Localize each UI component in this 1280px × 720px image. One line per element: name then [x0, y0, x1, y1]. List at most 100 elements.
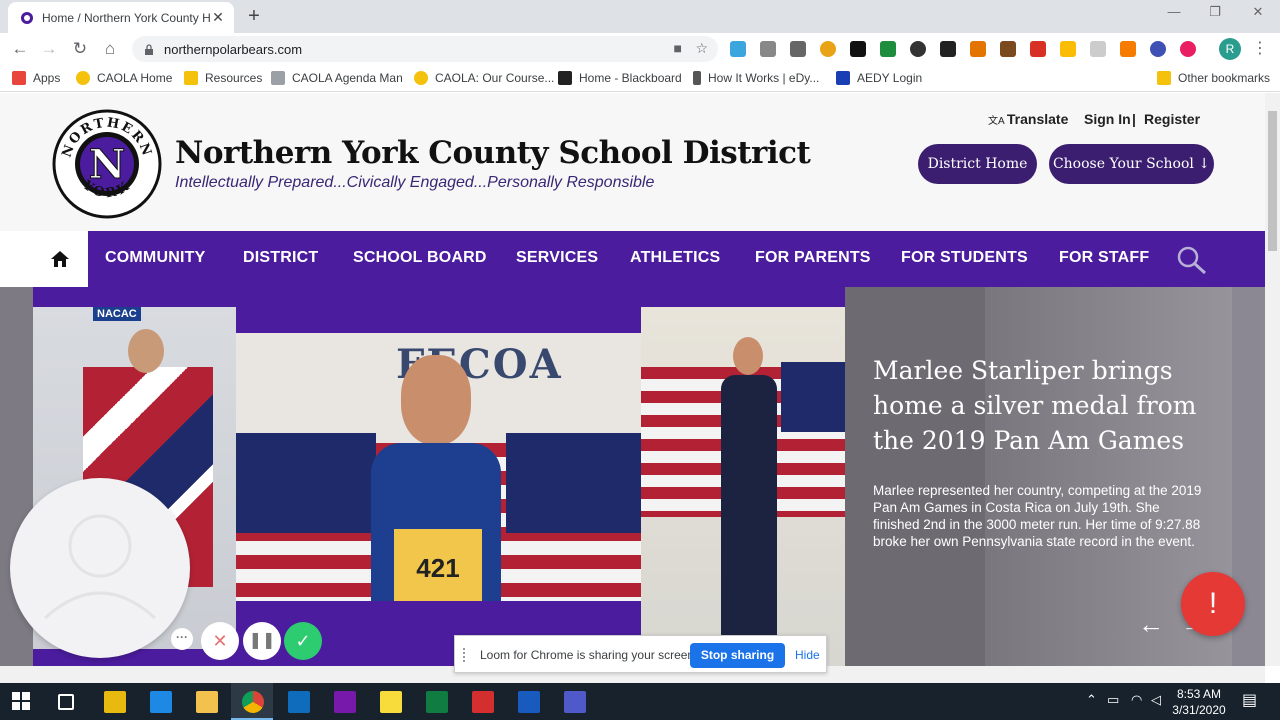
nav-district[interactable]: DISTRICT	[243, 249, 318, 267]
more-menu-icon[interactable]: ⋮	[1252, 38, 1268, 58]
app-icon[interactable]	[150, 691, 172, 713]
bookmark-item[interactable]: CAOLA Agenda Man	[271, 71, 403, 85]
nav-for-parents[interactable]: FOR PARENTS	[755, 249, 871, 267]
tab-home[interactable]: Home / Northern York County H ✕	[8, 2, 234, 33]
bookmark-item[interactable]: CAOLA Home	[76, 71, 172, 85]
bookmark-item[interactable]: Home - Blackboard	[558, 71, 682, 85]
district-seal-logo[interactable]: NORTHERN YORK N	[52, 109, 162, 219]
system-clock[interactable]: 8:53 AM 3/31/2020	[1164, 686, 1234, 718]
extension-icon[interactable]	[1030, 41, 1046, 57]
new-tab-button[interactable]: +	[244, 5, 264, 27]
acrobat-icon[interactable]	[472, 691, 494, 713]
drag-handle-icon[interactable]	[463, 648, 469, 662]
extension-icon[interactable]	[1180, 41, 1196, 57]
nav-community[interactable]: COMMUNITY	[105, 249, 205, 267]
home-nav-button[interactable]	[33, 231, 88, 287]
extension-icon[interactable]	[970, 41, 986, 57]
minimize-icon[interactable]: —	[1162, 4, 1186, 19]
restore-icon[interactable]: ❐	[1203, 4, 1227, 20]
extension-icon[interactable]	[850, 41, 866, 57]
loom-pause-icon[interactable]: ❚❚	[243, 622, 281, 660]
extension-icon[interactable]	[790, 41, 806, 57]
hide-link[interactable]: Hide	[795, 648, 820, 662]
register-link[interactable]: Register	[1144, 111, 1200, 127]
loom-camera-bubble[interactable]	[10, 478, 190, 658]
file-explorer-icon[interactable]	[196, 691, 218, 713]
store-icon[interactable]	[104, 691, 126, 713]
nav-for-students[interactable]: FOR STUDENTS	[901, 249, 1028, 267]
district-home-button[interactable]: District Home	[918, 144, 1037, 184]
notifications-icon[interactable]: ▤	[1242, 690, 1257, 710]
search-icon[interactable]	[1175, 245, 1209, 275]
extension-icon[interactable]	[730, 41, 746, 57]
extension-icon[interactable]	[820, 41, 836, 57]
other-bookmarks[interactable]: Other bookmarks	[1157, 71, 1270, 85]
photo-sign: NACAC	[93, 307, 141, 321]
loom-finish-icon[interactable]: ✓	[284, 622, 322, 660]
extension-icon[interactable]	[880, 41, 896, 57]
extension-icon[interactable]	[1150, 41, 1166, 57]
battery-icon[interactable]: ▭	[1107, 692, 1119, 708]
window-close-icon[interactable]: ✕	[1246, 4, 1270, 20]
teams-icon[interactable]	[564, 691, 586, 713]
profile-avatar[interactable]: R	[1219, 38, 1241, 60]
back-button[interactable]: ←	[9, 38, 31, 60]
nav-for-staff[interactable]: FOR STAFF	[1059, 249, 1149, 267]
chrome-icon[interactable]	[242, 691, 264, 713]
task-view-icon[interactable]	[58, 694, 74, 710]
word-icon[interactable]	[518, 691, 540, 713]
nav-athletics[interactable]: ATHLETICS	[630, 249, 720, 267]
sticky-notes-icon[interactable]	[380, 691, 402, 713]
news-slider: NACAC FECOA 421 Marlee Starliper brings …	[33, 287, 1232, 666]
extension-icon[interactable]	[940, 41, 956, 57]
bookmark-item[interactable]: How It Works | eDy...	[693, 71, 819, 85]
choose-school-button[interactable]: Choose Your School ↓	[1049, 144, 1214, 184]
reload-button[interactable]: ↻	[69, 38, 91, 60]
slide-photo-main: FECOA 421	[236, 333, 641, 601]
extension-icon[interactable]	[1090, 41, 1106, 57]
bookmark-item[interactable]: CAOLA: Our Course...	[414, 71, 554, 85]
link-separator: |	[1132, 111, 1136, 127]
nav-services[interactable]: SERVICES	[516, 249, 598, 267]
outlook-icon[interactable]	[288, 691, 310, 713]
bookmark-star-icon[interactable]: ☆	[695, 40, 708, 57]
athlete-tracksuit	[721, 375, 777, 665]
bulb-icon	[414, 71, 428, 85]
slide-title[interactable]: Marlee Starliper brings home a silver me…	[873, 353, 1203, 458]
loom-cancel-icon[interactable]: ✕	[201, 622, 239, 660]
forward-button[interactable]: →	[38, 38, 60, 60]
alert-button[interactable]: !	[1181, 572, 1245, 636]
translate-link[interactable]: 文A Translate	[988, 111, 1068, 127]
vertical-scrollbar[interactable]	[1265, 93, 1280, 666]
windows-start-icon[interactable]	[12, 692, 30, 710]
user-placeholder-icon	[43, 514, 157, 620]
loom-more-icon[interactable]: ···	[171, 628, 193, 650]
excel-icon[interactable]	[426, 691, 448, 713]
slider-prev-arrow-icon[interactable]: ←	[1138, 609, 1164, 640]
nav-school-board[interactable]: SCHOOL BOARD	[353, 249, 487, 267]
extension-icon[interactable]	[910, 41, 926, 57]
camera-icon[interactable]: ■	[674, 40, 682, 56]
scrollbar-thumb[interactable]	[1268, 111, 1277, 251]
extension-icon[interactable]	[1000, 41, 1016, 57]
extension-icon[interactable]	[1060, 41, 1076, 57]
bookmark-item[interactable]: AEDY Login	[836, 71, 922, 85]
close-tab-icon[interactable]: ✕	[210, 9, 226, 26]
site-favicon-icon	[21, 11, 33, 24]
home-button[interactable]: ⌂	[99, 38, 121, 60]
tab-title: Home / Northern York County H	[42, 10, 210, 25]
wifi-icon[interactable]: ◠	[1131, 692, 1142, 708]
volume-icon[interactable]: ◁	[1151, 692, 1161, 708]
onenote-icon[interactable]	[334, 691, 356, 713]
sign-in-link[interactable]: Sign In	[1084, 111, 1131, 127]
extension-icon[interactable]	[760, 41, 776, 57]
tray-chevron-icon[interactable]: ⌃	[1086, 692, 1097, 708]
bookmark-item[interactable]: Apps	[12, 71, 60, 85]
extension-icon[interactable]	[1120, 41, 1136, 57]
bookmark-item[interactable]: Resources	[184, 71, 262, 85]
main-navigation: COMMUNITY DISTRICT SCHOOL BOARD SERVICES…	[33, 231, 1265, 287]
address-bar[interactable]: northernpolarbears.com ☆ ■	[132, 36, 718, 62]
district-name[interactable]: Northern York County School District	[175, 135, 811, 171]
home-icon	[51, 251, 69, 267]
stop-sharing-button[interactable]: Stop sharing	[690, 643, 785, 668]
